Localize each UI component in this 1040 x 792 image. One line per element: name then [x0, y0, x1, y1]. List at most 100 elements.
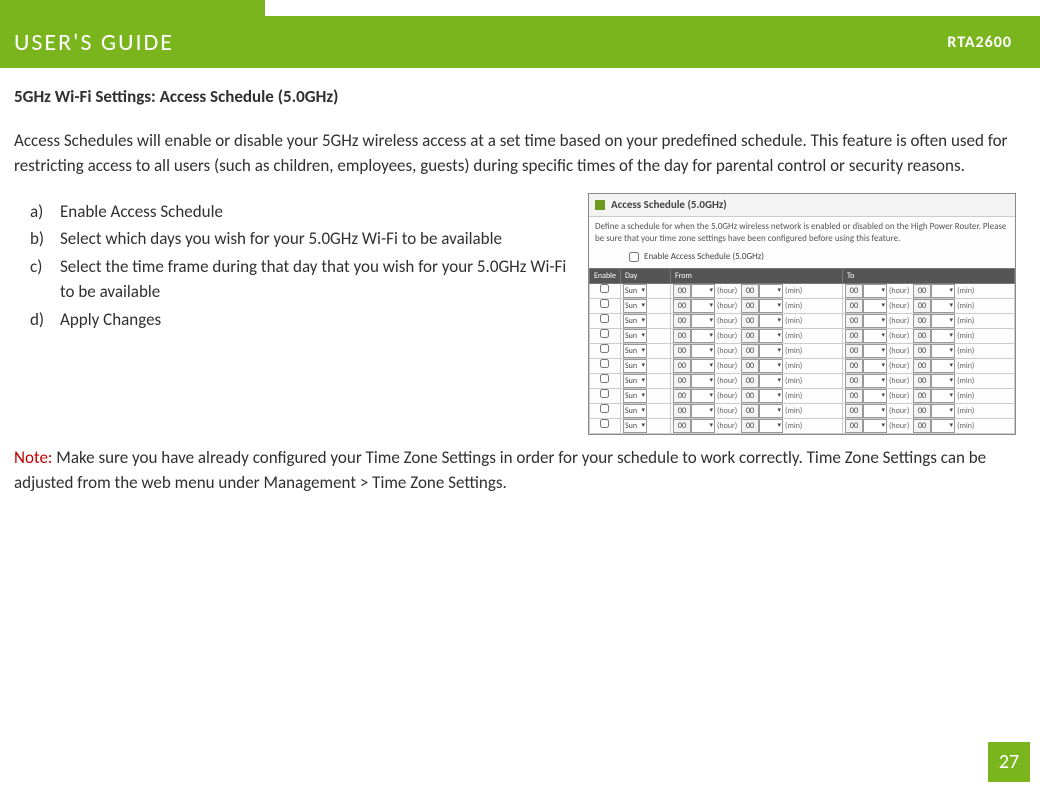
row-enable-checkbox[interactable]: [600, 359, 609, 368]
from-min-sel[interactable]: [759, 404, 783, 418]
from-hour[interactable]: 00: [673, 344, 691, 358]
from-hour-sel[interactable]: [691, 359, 715, 373]
to-min[interactable]: 00: [913, 329, 931, 343]
from-hour-sel[interactable]: [691, 344, 715, 358]
to-hour[interactable]: 00: [845, 314, 863, 328]
from-min[interactable]: 00: [741, 314, 759, 328]
to-min-sel[interactable]: [931, 344, 955, 358]
from-min-sel[interactable]: [759, 299, 783, 313]
from-min-sel[interactable]: [759, 284, 783, 298]
from-min[interactable]: 00: [741, 299, 759, 313]
to-min-sel[interactable]: [931, 314, 955, 328]
to-hour-sel[interactable]: [863, 284, 887, 298]
to-min-sel[interactable]: [931, 329, 955, 343]
to-hour[interactable]: 00: [845, 419, 863, 433]
from-min-sel[interactable]: [759, 329, 783, 343]
from-hour[interactable]: 00: [673, 404, 691, 418]
to-hour[interactable]: 00: [845, 284, 863, 298]
row-enable-checkbox[interactable]: [600, 344, 609, 353]
to-min[interactable]: 00: [913, 314, 931, 328]
from-hour-sel[interactable]: [691, 284, 715, 298]
to-hour-sel[interactable]: [863, 404, 887, 418]
row-enable-checkbox[interactable]: [600, 419, 609, 428]
to-min-sel[interactable]: [931, 389, 955, 403]
from-min-sel[interactable]: [759, 389, 783, 403]
to-min-sel[interactable]: [931, 299, 955, 313]
to-min[interactable]: 00: [913, 359, 931, 373]
to-hour[interactable]: 00: [845, 299, 863, 313]
from-min[interactable]: 00: [741, 404, 759, 418]
from-min[interactable]: 00: [741, 344, 759, 358]
row-enable-checkbox[interactable]: [600, 314, 609, 323]
to-hour[interactable]: 00: [845, 359, 863, 373]
from-min[interactable]: 00: [741, 419, 759, 433]
from-hour[interactable]: 00: [673, 389, 691, 403]
from-hour-sel[interactable]: [691, 419, 715, 433]
from-hour[interactable]: 00: [673, 419, 691, 433]
to-hour[interactable]: 00: [845, 344, 863, 358]
row-enable-checkbox[interactable]: [600, 329, 609, 338]
from-min-sel[interactable]: [759, 419, 783, 433]
row-enable-checkbox[interactable]: [600, 299, 609, 308]
to-hour-sel[interactable]: [863, 329, 887, 343]
from-hour[interactable]: 00: [673, 299, 691, 313]
day-select[interactable]: Sun: [623, 314, 647, 328]
from-hour-sel[interactable]: [691, 314, 715, 328]
to-hour[interactable]: 00: [845, 374, 863, 388]
to-min[interactable]: 00: [913, 389, 931, 403]
to-hour-sel[interactable]: [863, 389, 887, 403]
day-select[interactable]: Sun: [623, 374, 647, 388]
to-hour-sel[interactable]: [863, 359, 887, 373]
to-min[interactable]: 00: [913, 419, 931, 433]
from-min-sel[interactable]: [759, 374, 783, 388]
from-min-sel[interactable]: [759, 359, 783, 373]
to-min[interactable]: 00: [913, 374, 931, 388]
to-hour-sel[interactable]: [863, 299, 887, 313]
from-hour[interactable]: 00: [673, 329, 691, 343]
row-enable-checkbox[interactable]: [600, 389, 609, 398]
to-min-sel[interactable]: [931, 404, 955, 418]
to-hour[interactable]: 00: [845, 329, 863, 343]
from-hour[interactable]: 00: [673, 284, 691, 298]
day-select[interactable]: Sun: [623, 284, 647, 298]
from-min[interactable]: 00: [741, 389, 759, 403]
from-min[interactable]: 00: [741, 284, 759, 298]
day-select[interactable]: Sun: [623, 359, 647, 373]
from-hour-sel[interactable]: [691, 374, 715, 388]
to-min-sel[interactable]: [931, 284, 955, 298]
to-hour-sel[interactable]: [863, 419, 887, 433]
to-min[interactable]: 00: [913, 344, 931, 358]
from-min-sel[interactable]: [759, 344, 783, 358]
from-hour-sel[interactable]: [691, 299, 715, 313]
day-select[interactable]: Sun: [623, 404, 647, 418]
to-min-sel[interactable]: [931, 359, 955, 373]
to-min[interactable]: 00: [913, 404, 931, 418]
enable-schedule-checkbox[interactable]: [629, 252, 639, 262]
from-hour-sel[interactable]: [691, 404, 715, 418]
row-enable-checkbox[interactable]: [600, 374, 609, 383]
from-min[interactable]: 00: [741, 329, 759, 343]
to-hour[interactable]: 00: [845, 389, 863, 403]
row-enable-checkbox[interactable]: [600, 404, 609, 413]
to-min-sel[interactable]: [931, 374, 955, 388]
from-hour-sel[interactable]: [691, 389, 715, 403]
from-hour[interactable]: 00: [673, 314, 691, 328]
to-min[interactable]: 00: [913, 299, 931, 313]
day-select[interactable]: Sun: [623, 419, 647, 433]
day-select[interactable]: Sun: [623, 329, 647, 343]
day-select[interactable]: Sun: [623, 299, 647, 313]
from-min[interactable]: 00: [741, 359, 759, 373]
row-enable-checkbox[interactable]: [600, 284, 609, 293]
to-hour-sel[interactable]: [863, 314, 887, 328]
from-hour[interactable]: 00: [673, 359, 691, 373]
day-select[interactable]: Sun: [623, 389, 647, 403]
from-min-sel[interactable]: [759, 314, 783, 328]
to-min[interactable]: 00: [913, 284, 931, 298]
to-hour-sel[interactable]: [863, 344, 887, 358]
to-hour-sel[interactable]: [863, 374, 887, 388]
day-select[interactable]: Sun: [623, 344, 647, 358]
from-hour-sel[interactable]: [691, 329, 715, 343]
from-min[interactable]: 00: [741, 374, 759, 388]
to-min-sel[interactable]: [931, 419, 955, 433]
to-hour[interactable]: 00: [845, 404, 863, 418]
